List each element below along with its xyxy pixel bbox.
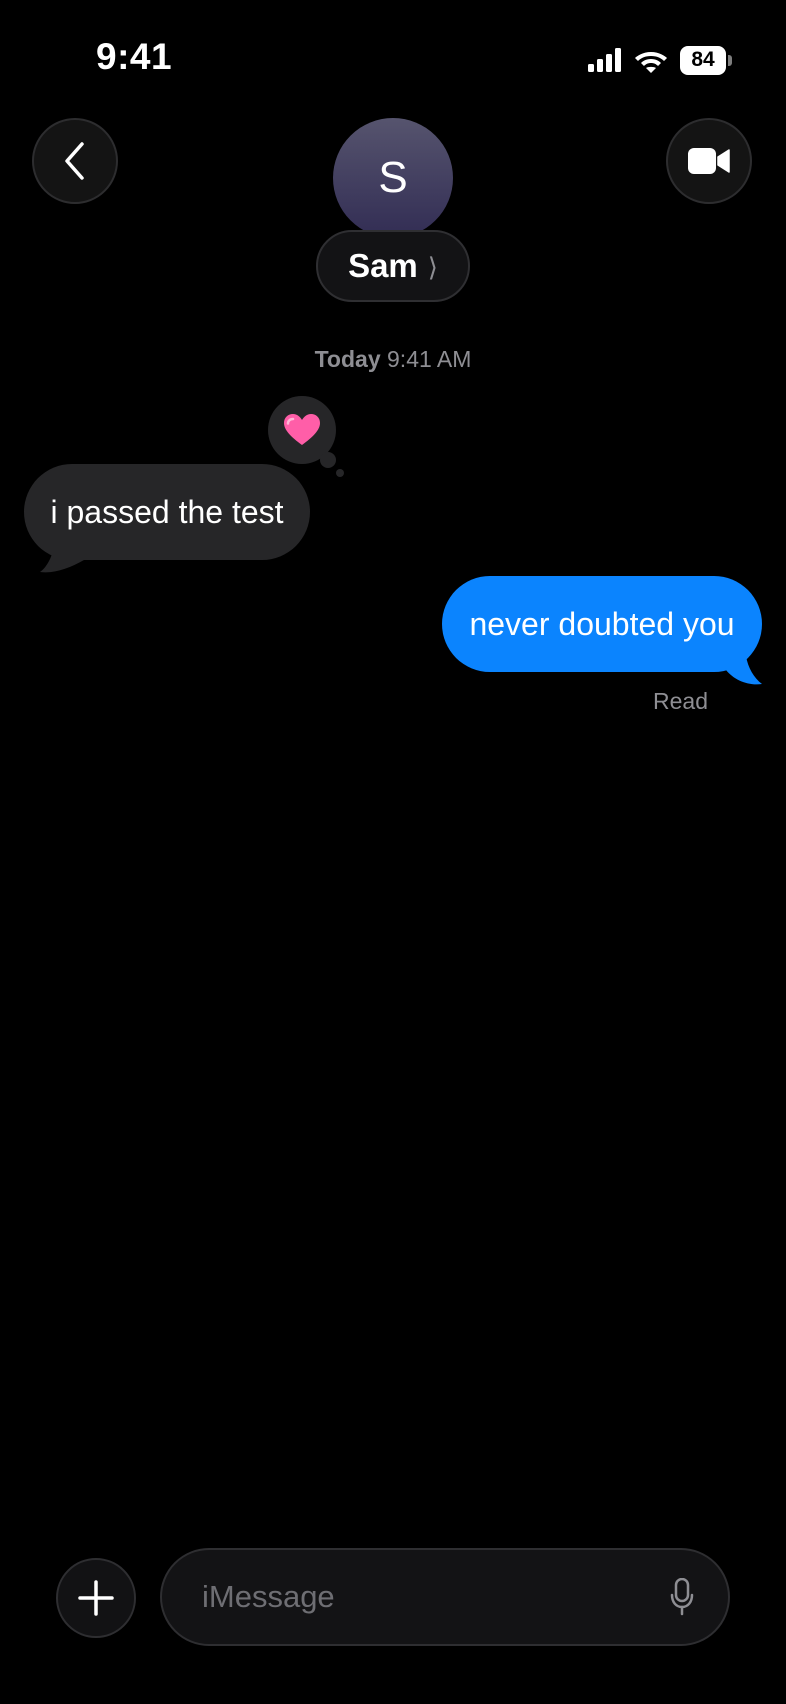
status-time: 9:41 bbox=[96, 36, 173, 77]
outgoing-message-bubble[interactable]: never doubted you bbox=[442, 576, 762, 672]
add-attachment-button[interactable] bbox=[56, 1558, 136, 1638]
facetime-video-button[interactable] bbox=[666, 118, 752, 204]
battery-cap bbox=[728, 54, 732, 66]
contact-avatar[interactable]: S bbox=[333, 118, 453, 238]
status-icons: 84 bbox=[588, 42, 732, 78]
message-text: never doubted you bbox=[469, 605, 735, 642]
message-field[interactable] bbox=[160, 1548, 730, 1646]
battery-indicator: 84 bbox=[680, 45, 732, 75]
cellular-signal-icon bbox=[588, 48, 621, 72]
message-input[interactable] bbox=[202, 1579, 664, 1615]
dictation-button[interactable] bbox=[664, 1573, 700, 1621]
timestamp-day: Today bbox=[314, 346, 381, 372]
timestamp-time: 9:41 AM bbox=[387, 346, 472, 372]
incoming-bubble-tail bbox=[40, 546, 84, 573]
avatar-initial: S bbox=[378, 153, 408, 202]
wifi-icon bbox=[635, 52, 667, 73]
microphone-icon bbox=[670, 1578, 694, 1616]
tapback-bubble-dot bbox=[320, 452, 336, 468]
back-button[interactable] bbox=[32, 118, 118, 204]
video-camera-icon bbox=[688, 148, 730, 174]
heart-icon bbox=[284, 414, 320, 445]
chevron-right-icon: ⟩ bbox=[427, 251, 438, 282]
chevron-left-icon bbox=[65, 142, 84, 180]
tapback-bubble-dot bbox=[336, 469, 344, 477]
conversation-timestamp: Today 9:41 AM bbox=[0, 346, 786, 373]
contact-name-button[interactable]: Sam ⟩ bbox=[316, 230, 470, 302]
contact-name: Sam bbox=[348, 247, 418, 284]
plus-icon bbox=[78, 1580, 114, 1616]
message-text: i passed the test bbox=[50, 493, 284, 530]
outgoing-bubble-tail bbox=[726, 656, 762, 685]
battery-level: 84 bbox=[680, 45, 726, 75]
read-receipt: Read bbox=[653, 688, 708, 714]
